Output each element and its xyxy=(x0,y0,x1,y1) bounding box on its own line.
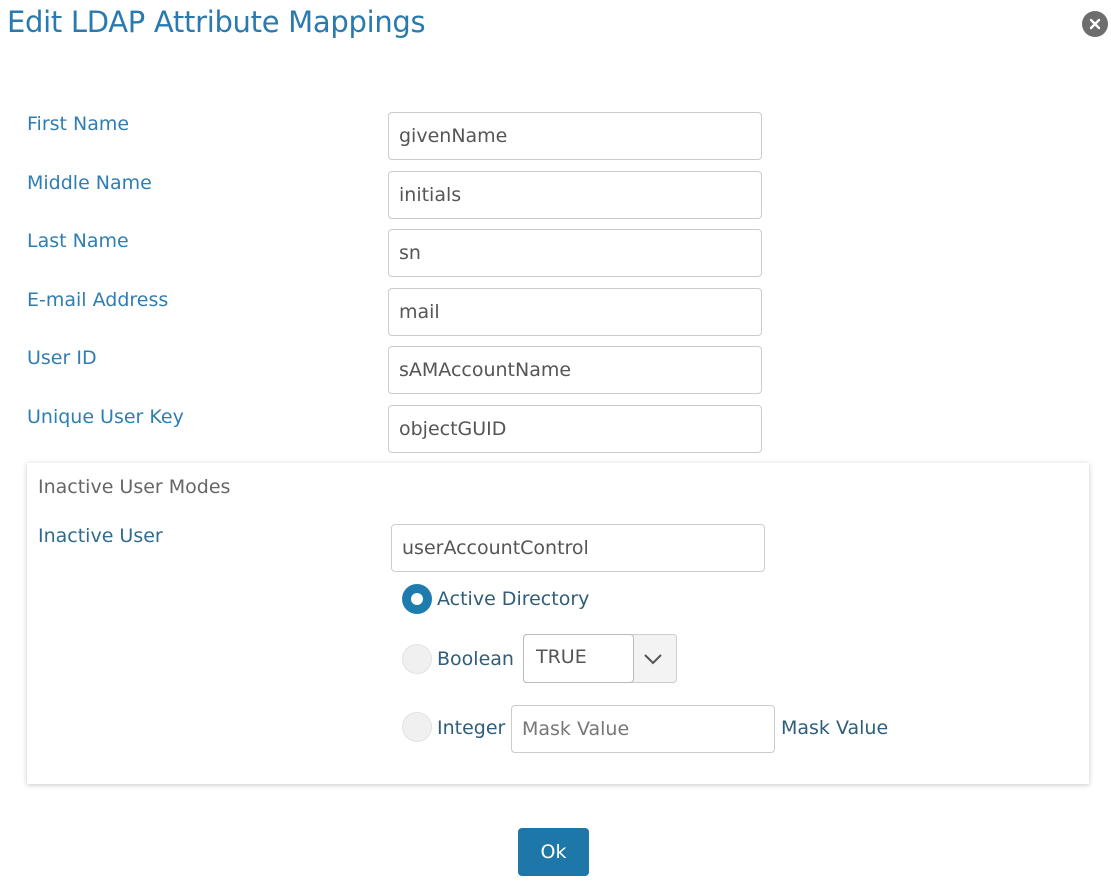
first-name-field[interactable] xyxy=(388,112,762,160)
ok-button[interactable]: Ok xyxy=(518,828,589,876)
mask-value-suffix: Mask Value xyxy=(781,717,889,739)
user-id-label: User ID xyxy=(27,347,97,369)
close-icon xyxy=(1089,18,1101,30)
inactive-user-field[interactable] xyxy=(391,524,765,572)
boolean-radio[interactable] xyxy=(402,644,432,674)
last-name-field[interactable] xyxy=(388,229,762,277)
close-button[interactable] xyxy=(1082,11,1108,37)
boolean-label: Boolean xyxy=(437,648,514,670)
email-address-label: E-mail Address xyxy=(27,289,169,311)
unique-user-key-field[interactable] xyxy=(388,405,762,453)
boolean-select[interactable]: TRUE xyxy=(523,634,677,683)
active-directory-radio[interactable] xyxy=(402,584,432,614)
inactive-user-label: Inactive User xyxy=(38,525,163,547)
email-address-field[interactable] xyxy=(388,288,762,336)
middle-name-field[interactable] xyxy=(388,171,762,219)
mask-value-input[interactable] xyxy=(511,705,775,753)
unique-user-key-label: Unique User Key xyxy=(27,406,184,428)
integer-radio[interactable] xyxy=(402,712,432,742)
dialog-title: Edit LDAP Attribute Mappings xyxy=(7,5,426,39)
inactive-user-modes-title: Inactive User Modes xyxy=(38,476,231,498)
inactive-user-modes-panel: Inactive User Modes Inactive User Active… xyxy=(27,463,1089,784)
first-name-label: First Name xyxy=(27,113,130,135)
boolean-select-value: TRUE xyxy=(523,634,634,683)
last-name-label: Last Name xyxy=(27,230,129,252)
chevron-down-icon xyxy=(644,654,662,665)
middle-name-label: Middle Name xyxy=(27,172,152,194)
integer-label: Integer xyxy=(437,717,506,739)
active-directory-label: Active Directory xyxy=(437,588,590,610)
user-id-field[interactable] xyxy=(388,346,762,394)
